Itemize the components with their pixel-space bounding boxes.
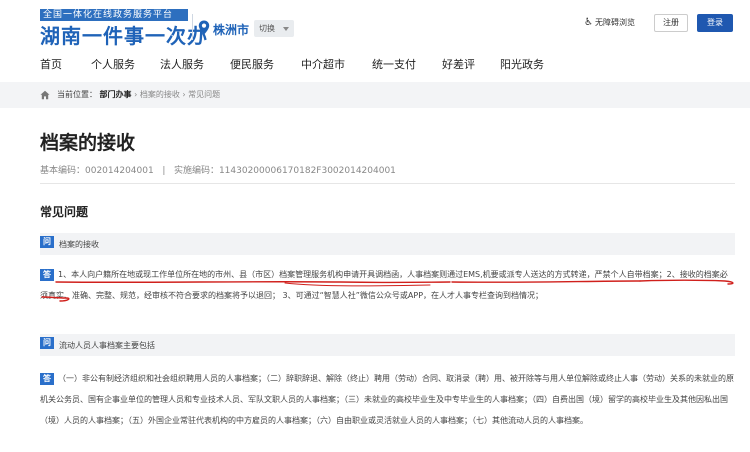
- answer-badge: 答: [40, 268, 54, 281]
- location-pin-icon: [198, 20, 210, 35]
- nav-item-payment[interactable]: 统一支付: [372, 56, 416, 72]
- breadcrumb: 当前位置： 部门办事 › 档案的接收 › 常见问题: [0, 82, 750, 108]
- breadcrumb-prefix: 当前位置：: [57, 90, 97, 99]
- breadcrumb-separator: ›: [134, 90, 138, 99]
- faq-answer: 答（一）非公有制经济组织和社会组织聘用人员的人事档案；（二）辞职辞退、解除（终止…: [40, 368, 735, 431]
- faq-answer: 答 1、本人向户籍所在地或现工作单位所在地的市州、县（市区）档案管理服务机构申请开…: [40, 264, 735, 306]
- accessibility-label: 无障碍浏览: [594, 18, 635, 27]
- breadcrumb-item-current: 常见问题: [188, 90, 221, 99]
- faq-answer-text: （一）非公有制经济组织和社会组织聘用人员的人事档案；（二）辞职辞退、解除（终止）…: [40, 374, 734, 425]
- chevron-down-icon: [283, 27, 289, 31]
- question-badge: 问: [40, 236, 54, 248]
- site-header: 全国一体化在线政务服务平台 湖南一件事一次办 株洲市 切换 ♿ 无障碍浏览 注册 …: [0, 0, 750, 49]
- nav-item-personal[interactable]: 个人服务: [91, 56, 135, 72]
- faq-question-text: 流动人员人事档案主要包括: [59, 341, 155, 350]
- wheelchair-icon: ♿: [584, 17, 593, 28]
- city-switch-button[interactable]: 切换: [254, 20, 294, 37]
- register-button[interactable]: 注册: [654, 14, 688, 32]
- faq-question: 问 流动人员人事档案主要包括: [40, 334, 735, 356]
- basic-code: 基本编码：002014204001: [40, 166, 154, 176]
- nav-item-legal[interactable]: 法人服务: [160, 56, 204, 72]
- faq-question: 问 档案的接收: [40, 233, 735, 255]
- home-icon: [40, 90, 50, 100]
- faq-answer-text: 1、本人向户籍所在地或现工作单位所在地的市州、县（市区）档案管理服务机构申请开具…: [40, 270, 728, 300]
- service-codes: 基本编码：002014204001 | 实施编码：114302000061701…: [40, 163, 396, 176]
- login-button[interactable]: 登录: [697, 14, 733, 32]
- logo-divider: [192, 14, 193, 40]
- nav-item-agency-market[interactable]: 中介超市: [301, 56, 345, 72]
- breadcrumb-item-department[interactable]: 部门办事: [100, 90, 132, 99]
- accessibility-link[interactable]: ♿ 无障碍浏览: [584, 17, 635, 28]
- breadcrumb-separator: ›: [182, 90, 186, 99]
- faq-section-title: 常见问题: [40, 205, 89, 219]
- city-switch-label: 切换: [259, 24, 275, 33]
- breadcrumb-item-service[interactable]: 档案的接收: [140, 90, 180, 99]
- faq-question-text: 档案的接收: [59, 240, 99, 249]
- divider: [40, 183, 735, 184]
- answer-badge: 答: [40, 372, 54, 385]
- city-name: 株洲市: [213, 23, 250, 37]
- nav-item-review[interactable]: 好差评: [442, 56, 475, 72]
- site-logo[interactable]: 湖南一件事一次办: [40, 20, 208, 49]
- code-divider: |: [162, 166, 166, 176]
- page-title: 档案的接收: [40, 132, 136, 154]
- nav-item-convenience[interactable]: 便民服务: [230, 56, 274, 72]
- implementation-code: 实施编码：11430200006170182F3002014204001: [173, 166, 396, 176]
- nav-item-home[interactable]: 首页: [40, 56, 62, 72]
- nav-item-sunshine[interactable]: 阳光政务: [500, 56, 544, 72]
- main-nav: 首页 个人服务 法人服务 便民服务 中介超市 统一支付 好差评 阳光政务: [0, 46, 750, 76]
- breadcrumb-trail: 当前位置： 部门办事 › 档案的接收 › 常见问题: [57, 89, 220, 100]
- question-badge: 问: [40, 337, 54, 349]
